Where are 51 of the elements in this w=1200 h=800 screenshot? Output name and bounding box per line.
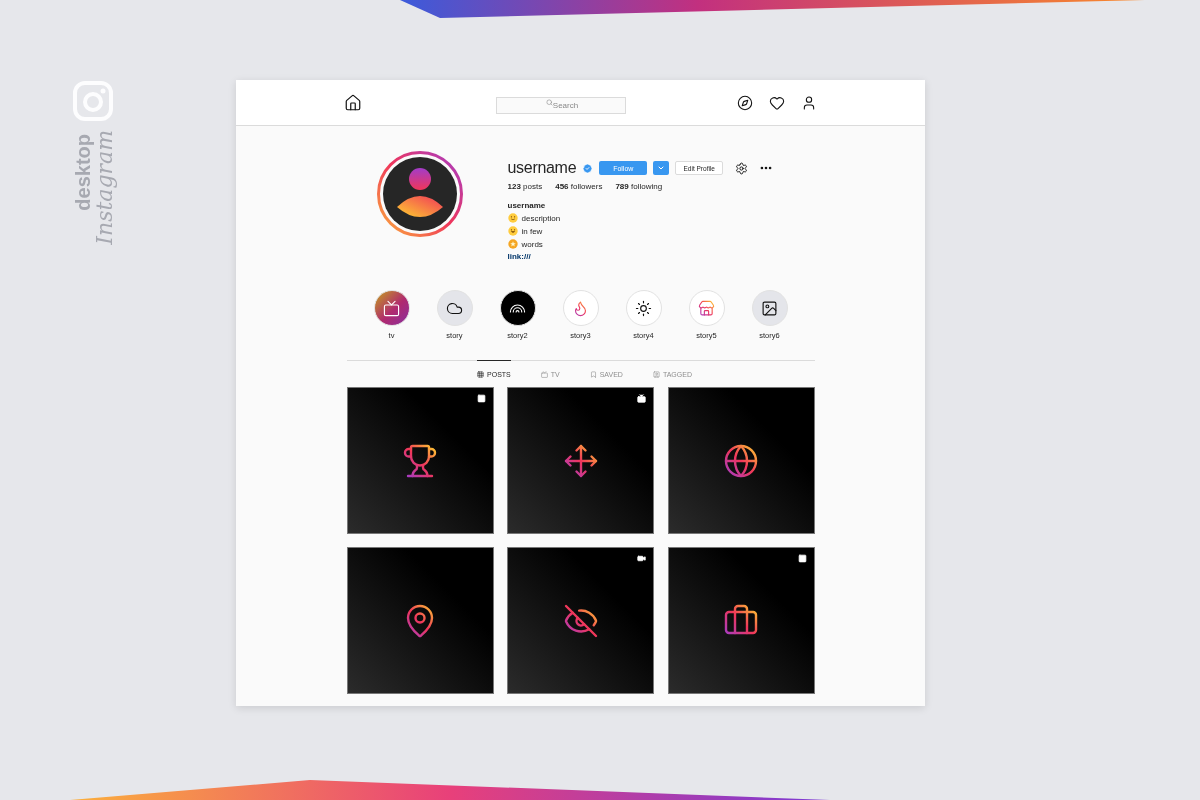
brand-subtitle: desktop xyxy=(73,134,93,211)
trophy-icon xyxy=(402,442,438,479)
bio-link[interactable]: link:/// xyxy=(507,252,531,261)
post-tile[interactable] xyxy=(346,387,494,534)
profile-stat: 456 followers xyxy=(555,182,603,191)
sun-icon xyxy=(635,299,652,317)
search-icon xyxy=(545,99,553,106)
carousel-icon xyxy=(476,394,486,403)
move-arrows-icon xyxy=(562,442,599,479)
globe-icon xyxy=(723,442,759,479)
story-highlight[interactable] xyxy=(499,290,536,326)
post-tile[interactable] xyxy=(507,547,654,694)
flame-icon xyxy=(572,299,589,317)
bio-name: username xyxy=(507,201,547,210)
compass-icon[interactable] xyxy=(737,94,753,111)
star-emoji-icon xyxy=(507,239,518,249)
user-icon[interactable] xyxy=(801,94,817,111)
smiley-emoji-icon xyxy=(507,226,518,236)
carousel-icon xyxy=(797,554,807,563)
story-highlight[interactable] xyxy=(751,290,788,326)
bio-text: in few xyxy=(521,226,543,236)
tv-icon xyxy=(383,299,400,317)
tag-icon xyxy=(652,370,660,378)
smiley-emoji-icon xyxy=(507,213,518,223)
video-camera-icon xyxy=(637,554,646,563)
dropdown-button[interactable] xyxy=(653,161,670,175)
tv-icon xyxy=(637,394,646,403)
profile-stat: 123 posts xyxy=(507,182,543,191)
heart-icon[interactable] xyxy=(769,94,785,111)
profile-stat: 789 following xyxy=(615,182,663,191)
search-field[interactable]: Search xyxy=(495,97,626,114)
profile-username: username xyxy=(507,159,577,177)
settings-icon[interactable] xyxy=(735,161,749,175)
story-highlight[interactable] xyxy=(625,290,662,326)
store-icon xyxy=(698,299,715,317)
post-tile[interactable] xyxy=(667,547,815,694)
home-icon[interactable] xyxy=(344,93,362,112)
bio-text: words xyxy=(521,239,543,249)
brand-title: Instagram xyxy=(93,130,117,245)
eye-off-icon xyxy=(562,602,599,639)
story-highlight[interactable] xyxy=(373,290,410,326)
caret-icon xyxy=(657,164,666,172)
post-tile[interactable] xyxy=(667,387,815,534)
grid-icon xyxy=(477,370,484,378)
bookmark-icon xyxy=(589,370,597,378)
story-highlight[interactable] xyxy=(436,290,473,326)
tv-icon xyxy=(540,370,548,378)
bio-text: description xyxy=(521,213,561,223)
post-tile[interactable] xyxy=(346,547,494,694)
image-icon xyxy=(761,299,778,317)
post-tile[interactable] xyxy=(507,387,654,534)
